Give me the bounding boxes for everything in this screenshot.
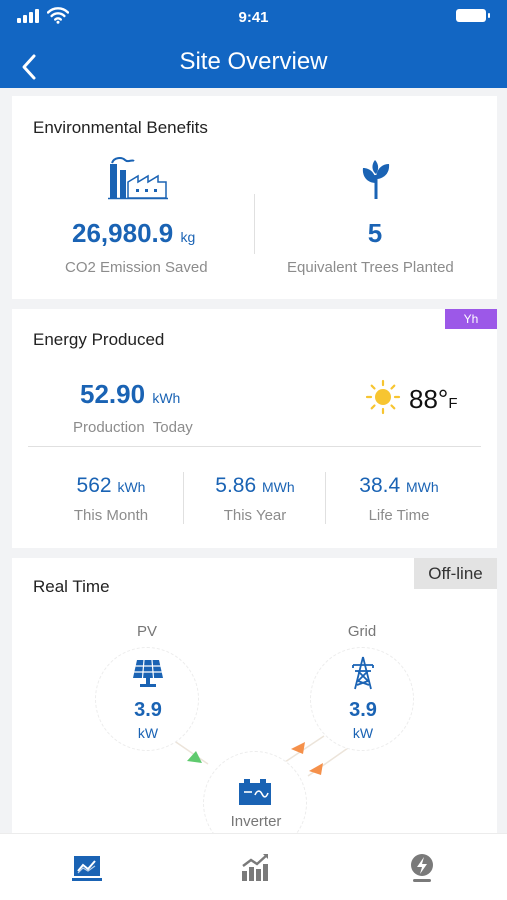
power-tower-icon [352, 656, 374, 690]
status-bar: 9:41 [0, 0, 507, 34]
yh-badge[interactable]: Yh [445, 309, 497, 329]
divider [254, 194, 255, 254]
inverter-battery-icon [239, 779, 271, 805]
grid-value: 3.9 [349, 699, 377, 721]
co2-unit: kg [180, 229, 196, 245]
trees-label: Equivalent Trees Planted [287, 259, 454, 276]
divider [28, 446, 481, 447]
factory-icon [108, 157, 168, 200]
today-unit: kWh [152, 390, 181, 406]
overview-chart-icon[interactable] [71, 852, 103, 884]
stat-lifetime-label: Life Time [368, 507, 430, 524]
temperature-unit: F [448, 395, 458, 412]
bottom-tab-bar [0, 833, 507, 900]
device-bolt-icon[interactable] [406, 852, 438, 884]
status-time: 9:41 [238, 9, 269, 26]
energy-produced-card: Yh Energy Produced 52.90 kWh Production … [12, 309, 497, 548]
flow-arrow-orange [291, 742, 305, 754]
stat-year-label: This Year [223, 507, 287, 524]
sun-icon [365, 379, 401, 415]
inverter-label: Inverter [230, 813, 282, 830]
app-header: 9:41 Site Overview [0, 0, 507, 88]
solar-panel-icon [133, 659, 163, 687]
tree-sprout-icon [362, 160, 390, 199]
card-title: Environmental Benefits [33, 118, 208, 137]
stat-year-value: 5.86 MWh [215, 474, 295, 497]
grid-unit: kW [352, 725, 374, 741]
real-time-card: Off-line Real Time PV 3.9 kW Grid 3.9 kW… [12, 558, 497, 855]
stat-month-label: This Month [73, 507, 149, 524]
co2-value: 26,980.9 kg [72, 218, 196, 248]
pv-unit: kW [137, 725, 159, 741]
grid-node[interactable]: 3.9 kW [310, 647, 414, 751]
divider [183, 472, 184, 524]
today-production-value: 52.90 kWh [80, 379, 181, 409]
pv-value: 3.9 [134, 699, 162, 721]
battery-icon [456, 9, 490, 22]
flow-arrow-green [187, 751, 202, 763]
pv-node[interactable]: 3.9 kW [95, 647, 199, 751]
stat-lifetime-value: 38.4 MWh [359, 474, 439, 497]
card-title: Energy Produced [33, 330, 165, 349]
trees-value: 5 [367, 218, 383, 248]
pv-label: PV [136, 623, 157, 640]
co2-label: CO2 Emission Saved [65, 259, 208, 276]
grid-label: Grid [347, 623, 377, 640]
temperature: 88°F [409, 384, 458, 414]
divider [325, 472, 326, 524]
today-production-label: Production Today [73, 419, 193, 436]
statistics-icon[interactable] [239, 852, 271, 884]
stat-month-value: 562 kWh [76, 474, 146, 497]
page-title: Site Overview [179, 48, 328, 75]
environmental-benefits-card: Environmental Benefits 26,980.9 kg CO2 E… [12, 96, 497, 299]
